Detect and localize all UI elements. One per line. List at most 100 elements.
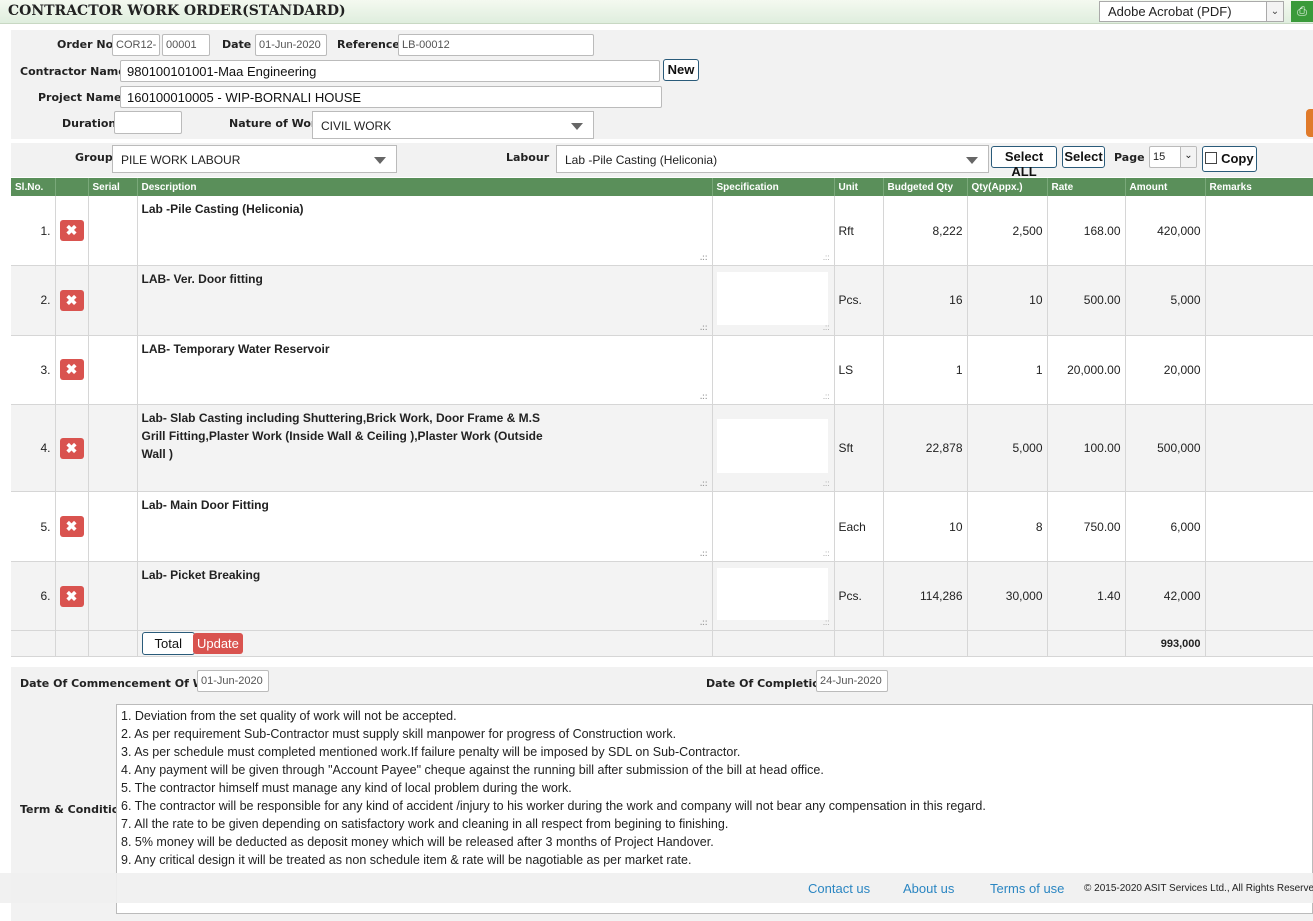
row-serial[interactable]	[88, 265, 138, 336]
duration-field[interactable]	[114, 111, 182, 134]
delete-icon[interactable]: ✖	[59, 359, 84, 381]
group-select[interactable]: PILE WORK LABOUR	[112, 145, 397, 173]
row-rate[interactable]: 100.00	[1047, 404, 1126, 493]
resize-grip-icon[interactable]: .::	[700, 619, 708, 627]
chevron-down-icon	[374, 157, 386, 164]
row-serial[interactable]	[88, 561, 138, 632]
resize-grip-icon[interactable]: .::	[823, 323, 830, 332]
total-amount: 993,000	[1125, 630, 1206, 658]
row-rate[interactable]: 1.40	[1047, 561, 1126, 632]
row-serial[interactable]	[88, 491, 138, 562]
total-button[interactable]: Total	[141, 632, 195, 656]
new-contractor-button[interactable]: New	[663, 59, 699, 81]
contractor-field[interactable]: 980100101001-Maa Engineering	[120, 60, 660, 82]
row-specification[interactable]: .::	[712, 335, 835, 406]
row-description[interactable]: Lab- Picket Breaking.::	[137, 561, 713, 632]
specification-textarea[interactable]	[716, 567, 828, 621]
resize-grip-icon[interactable]: .::	[823, 480, 830, 488]
row-qty[interactable]: 1	[967, 335, 1048, 406]
delete-icon[interactable]: ✖	[59, 516, 84, 538]
row-unit: Rft	[834, 196, 884, 267]
delete-icon[interactable]: ✖	[59, 585, 84, 607]
specification-textarea[interactable]	[716, 272, 828, 325]
row-qty[interactable]: 5,000	[967, 404, 1048, 493]
row-description[interactable]: Lab- Slab Casting including Shuttering,B…	[137, 404, 713, 493]
row-qty[interactable]: 8	[967, 491, 1048, 562]
date-field[interactable]: 01-Jun-2020	[255, 34, 327, 56]
specification-textarea[interactable]	[716, 419, 828, 474]
row-specification[interactable]: .::	[712, 404, 835, 493]
order-number-field[interactable]: 00001	[162, 34, 210, 56]
resize-grip-icon[interactable]: .::	[700, 393, 708, 401]
terms-line: 6. The contractor will be responsible fo…	[121, 799, 986, 813]
row-rate[interactable]: 500.00	[1047, 265, 1126, 336]
about-us-link[interactable]: About us	[903, 881, 954, 896]
row-remarks[interactable]	[1205, 265, 1313, 336]
row-unit: Pcs.	[834, 561, 884, 632]
printer-icon[interactable]: ⎙	[1291, 1, 1313, 22]
row-specification[interactable]: .::	[712, 491, 835, 562]
resize-grip-icon[interactable]: .::	[823, 254, 830, 262]
row-qty[interactable]: 30,000	[967, 561, 1048, 632]
resize-grip-icon[interactable]: .::	[700, 323, 708, 332]
project-field[interactable]: 160100010005 - WIP-BORNALI HOUSE	[120, 86, 662, 108]
resize-grip-icon[interactable]: .::	[700, 480, 708, 488]
row-description[interactable]: Lab- Main Door Fitting.::	[137, 491, 713, 562]
contact-us-link[interactable]: Contact us	[808, 881, 870, 896]
side-tab[interactable]	[1306, 109, 1313, 137]
row-remarks[interactable]	[1205, 404, 1313, 493]
page-size-select[interactable]: 15 ⌄	[1149, 146, 1197, 168]
terms-of-use-link[interactable]: Terms of use	[990, 881, 1064, 896]
row-remarks[interactable]	[1205, 196, 1313, 267]
select-all-button[interactable]: Select ALL	[991, 146, 1057, 179]
resize-grip-icon[interactable]: .::	[823, 549, 830, 558]
row-budgeted-qty: 16	[883, 265, 968, 336]
row-description[interactable]: LAB- Temporary Water Reservoir.::	[137, 335, 713, 406]
nature-of-work-select[interactable]: CIVIL WORK	[312, 111, 594, 139]
col-amount: Amount	[1125, 178, 1206, 196]
select-button[interactable]: Select	[1062, 146, 1105, 168]
row-remarks[interactable]	[1205, 491, 1313, 562]
update-button[interactable]: Update	[192, 633, 243, 655]
resize-grip-icon[interactable]: .::	[700, 549, 708, 558]
delete-icon[interactable]: ✖	[59, 289, 84, 311]
delete-icon[interactable]: ✖	[59, 437, 84, 459]
row-description[interactable]: LAB- Ver. Door fitting.::	[137, 265, 713, 336]
row-remarks[interactable]	[1205, 335, 1313, 406]
row-rate[interactable]: 20,000.00	[1047, 335, 1126, 406]
total-empty-cell	[1047, 630, 1126, 658]
row-serial[interactable]	[88, 404, 138, 493]
export-format-select[interactable]: Adobe Acrobat (PDF) ⌄	[1099, 1, 1284, 22]
labour-select[interactable]: Lab -Pile Casting (Heliconia)	[556, 145, 989, 173]
resize-grip-icon[interactable]: .::	[823, 619, 830, 627]
row-rate[interactable]: 168.00	[1047, 196, 1126, 267]
delete-icon[interactable]: ✖	[59, 220, 84, 242]
row-remarks[interactable]	[1205, 561, 1313, 632]
completion-date-field[interactable]: 24-Jun-2020	[816, 670, 888, 692]
row-serial[interactable]	[88, 335, 138, 406]
row-sl-no: 1.	[11, 196, 56, 267]
commencement-date-field[interactable]: 01-Jun-2020	[197, 670, 269, 692]
copy-button[interactable]: Copy	[1202, 146, 1257, 172]
row-delete-cell: ✖	[55, 196, 89, 267]
table-row: 6. ✖ Lab- Picket Breaking.:: .:: Pcs. 11…	[11, 561, 1313, 632]
row-qty[interactable]: 2,500	[967, 196, 1048, 267]
row-sl-no: 5.	[11, 491, 56, 562]
copy-checkbox[interactable]	[1205, 152, 1218, 164]
row-serial[interactable]	[88, 196, 138, 267]
row-rate[interactable]: 750.00	[1047, 491, 1126, 562]
reference-field[interactable]: LB-00012	[398, 34, 594, 56]
row-specification[interactable]: .::	[712, 196, 835, 267]
row-amount: 20,000	[1125, 335, 1206, 406]
row-specification[interactable]: .::	[712, 265, 835, 336]
row-qty[interactable]: 10	[967, 265, 1048, 336]
row-description[interactable]: Lab -Pile Casting (Heliconia).::	[137, 196, 713, 267]
page-title: CONTRACTOR WORK ORDER(STANDARD)	[8, 3, 346, 19]
terms-label: Term & Condition:	[20, 803, 132, 816]
order-no-label: Order No:	[57, 38, 118, 51]
resize-grip-icon[interactable]: .::	[700, 254, 708, 262]
resize-grip-icon[interactable]: .::	[823, 393, 830, 401]
row-specification[interactable]: .::	[712, 561, 835, 632]
order-prefix-field[interactable]: COR12-	[112, 34, 160, 56]
chevron-down-icon	[966, 157, 978, 164]
